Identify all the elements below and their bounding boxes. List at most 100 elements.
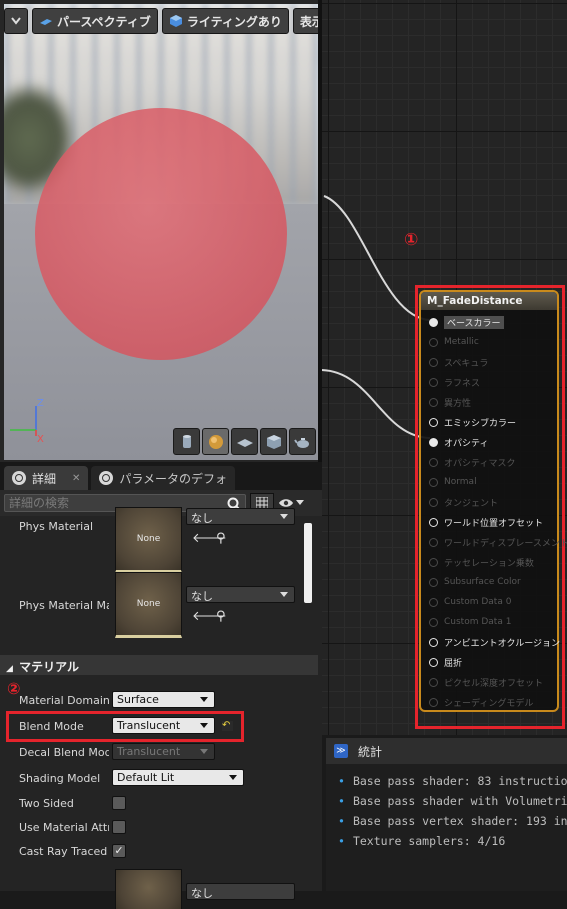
phys-material-thumbnail[interactable]: None (115, 507, 182, 573)
node-pin[interactable]: Subsurface Color (429, 575, 521, 589)
browse-search-icon[interactable]: ⚲ (216, 610, 230, 624)
preview-sphere (35, 108, 287, 360)
bullet-icon: • (338, 774, 345, 788)
node-pin[interactable]: Custom Data 1 (429, 615, 511, 629)
next-texture-thumbnail[interactable] (115, 869, 182, 909)
node-pin[interactable]: 屈折 (429, 655, 462, 669)
node-pin[interactable]: Metallic (429, 335, 479, 349)
material-domain-label: Material Domain (19, 694, 110, 707)
pin-dot-icon[interactable] (429, 437, 438, 447)
pin-dot-icon[interactable] (429, 357, 438, 367)
use-selected-arrow-icon[interactable]: 🡐 (192, 610, 227, 624)
pin-dot-icon[interactable] (429, 697, 438, 707)
material-result-node[interactable]: M_FadeDistance ベースカラー Metallic スペキュラ ラフネス 異方… (419, 290, 567, 712)
pin-dot-icon[interactable] (429, 417, 438, 427)
node-pin[interactable]: ラフネス (429, 375, 480, 389)
pin-label: エミッシブカラー (444, 418, 517, 429)
pin-dot-icon[interactable] (429, 517, 438, 527)
node-pin[interactable]: ピクセル深度オフセット (429, 675, 543, 689)
preview-plane-button[interactable] (231, 428, 258, 455)
axis-z-label: Z (37, 398, 44, 409)
node-pin[interactable]: Custom Data 0 (429, 595, 511, 609)
next-property-combo[interactable]: なし (186, 883, 295, 900)
preview-cube-button[interactable] (260, 428, 287, 455)
lighting-button[interactable]: ライティングあり (161, 8, 289, 34)
phys-material-mask-combo[interactable]: なし (186, 586, 295, 603)
two-sided-checkbox[interactable] (112, 796, 126, 810)
perspective-button[interactable]: パースペクティブ (32, 8, 158, 34)
pin-dot-icon[interactable] (429, 617, 438, 627)
lighting-label: ライティングあり (186, 14, 282, 29)
pin-dot-icon[interactable] (429, 577, 438, 587)
tab-parameter-defaults[interactable]: パラメータのデフォ (91, 466, 236, 490)
pin-dot-icon[interactable] (429, 597, 438, 607)
preview-mesh-buttons (173, 428, 316, 455)
tab-stats[interactable]: ≫ 統計 (326, 738, 567, 764)
material-domain-combo[interactable]: Surface (112, 691, 215, 708)
node-pin[interactable]: ベースカラー (429, 315, 504, 329)
show-label: 表示 (299, 14, 322, 29)
node-pin[interactable]: エミッシブカラー (429, 415, 516, 429)
preview-cylinder-button[interactable] (173, 428, 200, 455)
pin-dot-icon[interactable] (429, 317, 438, 327)
node-pin[interactable]: オパシティ (429, 435, 488, 449)
collapse-triangle-icon: ◢ (6, 664, 13, 674)
use-material-attributes-checkbox[interactable] (112, 820, 126, 834)
details-scrollbar[interactable] (304, 523, 312, 603)
pin-dot-icon[interactable] (429, 377, 438, 387)
preview-custom-mesh-button[interactable] (289, 428, 316, 455)
lit-cube-icon (169, 15, 182, 27)
viewport-options-button[interactable] (4, 8, 28, 34)
use-selected-arrow-icon[interactable]: 🡐 (192, 532, 227, 546)
node-pin[interactable]: ワールド位置オフセット (429, 515, 543, 529)
shading-model-combo[interactable]: Default Lit (112, 769, 244, 786)
cube-icon (266, 434, 281, 449)
pin-dot-icon[interactable] (429, 657, 438, 667)
pin-dot-icon[interactable] (429, 637, 438, 647)
node-pin[interactable]: ワールドディスプレースメント (429, 535, 567, 549)
pin-label: ワールド位置オフセット (444, 518, 544, 529)
tab-details[interactable]: 詳細 ✕ (4, 466, 89, 490)
node-pin[interactable]: オパシティマスク (429, 455, 515, 469)
node-pin[interactable]: タンジェント (429, 495, 498, 509)
pin-dot-icon[interactable] (429, 537, 438, 547)
node-pin[interactable]: スペキュラ (429, 355, 488, 369)
magnifier-icon (99, 471, 114, 485)
chevron-down-icon (280, 514, 288, 519)
pin-dot-icon[interactable] (429, 337, 438, 347)
decal-blend-mode-combo[interactable]: Translucent (112, 743, 215, 760)
pin-dot-icon[interactable] (429, 677, 438, 687)
pin-dot-icon[interactable] (429, 557, 438, 567)
material-graph[interactable]: ① M_FadeDistance ベースカラー Metallic スペキュラ ラフネス… (322, 0, 567, 735)
pin-label: Custom Data 0 (444, 597, 512, 607)
pin-dot-icon[interactable] (429, 397, 438, 407)
phys-material-mask-thumbnail[interactable]: None (115, 572, 182, 638)
node-pin[interactable]: テッセレーション乗数 (429, 555, 534, 569)
preview-viewport[interactable]: パースペクティブ ライティングあり 表示 Z X (0, 0, 322, 462)
phys-material-combo[interactable]: なし (186, 508, 295, 525)
viewport-toolbar: パースペクティブ ライティングあり 表示 (4, 8, 322, 34)
node-pin[interactable]: シェーディングモデル (429, 695, 533, 709)
preview-sphere-button[interactable] (202, 428, 229, 455)
show-button[interactable]: 表示 (292, 8, 322, 34)
cast-ray-traced-shadows-label: Cast Ray Traced S (19, 845, 107, 858)
close-icon[interactable]: ✕ (72, 473, 80, 484)
pin-label: アンビエントオクルージョン (444, 638, 561, 649)
chevron-down-icon (296, 500, 304, 505)
stats-line-text: Texture samplers: 4/16 (352, 834, 506, 848)
pin-label: オパシティ (444, 438, 489, 449)
node-pin[interactable]: 異方性 (429, 395, 471, 409)
node-pin[interactable]: アンビエントオクルージョン (429, 635, 560, 649)
cast-ray-traced-shadows-checkbox[interactable]: ✓ (112, 844, 126, 858)
node-pin[interactable]: Normal (429, 475, 477, 489)
pin-dot-icon[interactable] (429, 497, 438, 507)
pin-dot-icon[interactable] (429, 457, 438, 467)
browse-search-icon[interactable]: ⚲ (216, 532, 230, 546)
pin-label: オパシティマスク (444, 458, 516, 469)
chevron-down-icon (200, 697, 208, 702)
section-material-header[interactable]: ◢ マテリアル (0, 655, 318, 675)
stats-icon: ≫ (334, 744, 348, 758)
pin-dot-icon[interactable] (429, 477, 438, 487)
shading-model-label: Shading Model (19, 772, 101, 785)
plane-icon (236, 438, 253, 447)
